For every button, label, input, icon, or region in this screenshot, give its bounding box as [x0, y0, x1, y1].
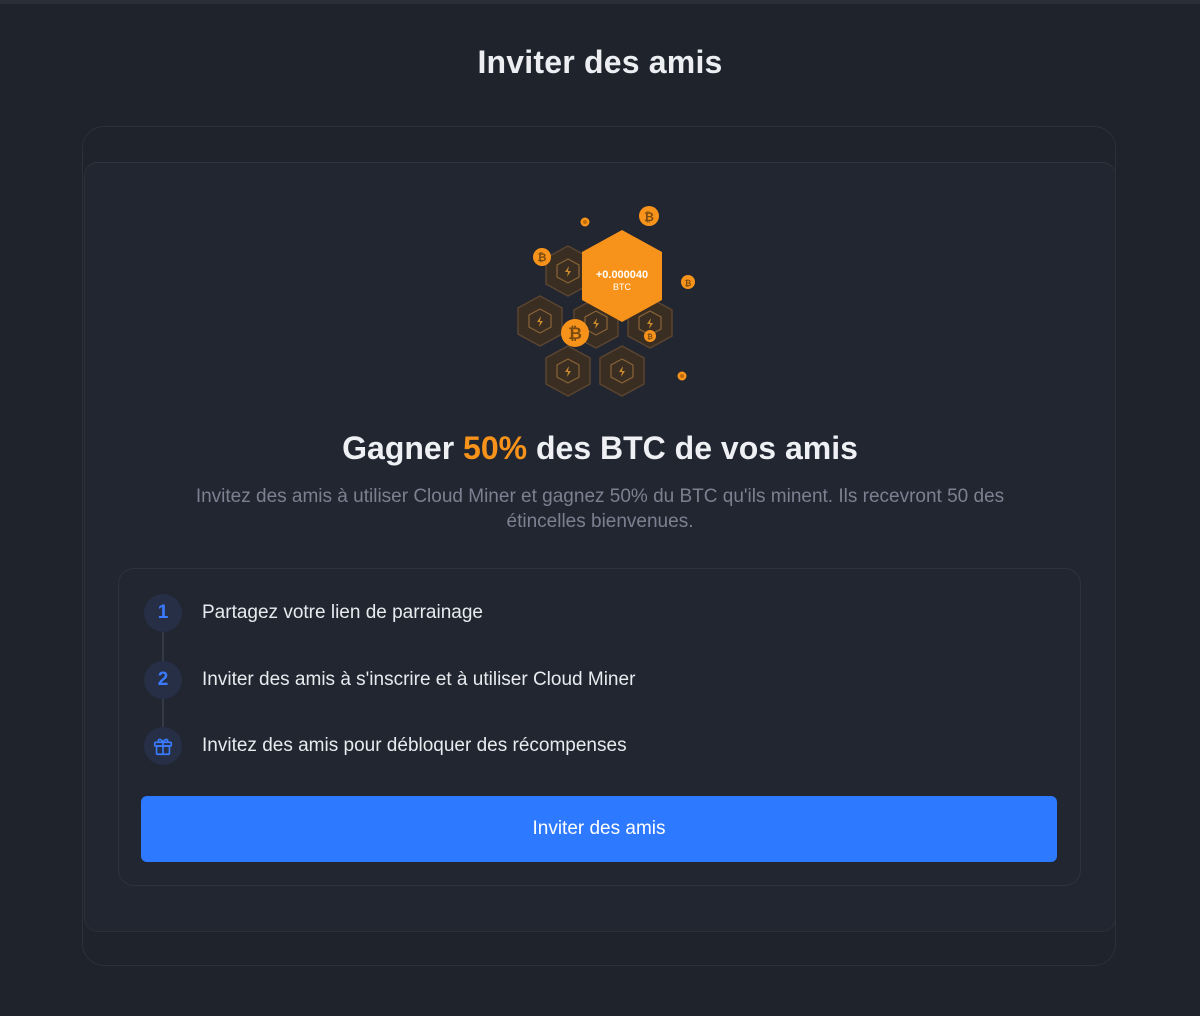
step-label: Inviter des amis à s'inscrire et à utili…	[202, 669, 636, 690]
reward-currency: BTC	[613, 282, 632, 292]
headline-highlight: 50%	[463, 430, 528, 466]
headline-suffix: des BTC de vos amis	[527, 430, 858, 466]
headline: Gagner 50% des BTC de vos amis	[0, 430, 1200, 467]
step-connector	[162, 698, 164, 728]
svg-text:₿: ₿	[647, 333, 653, 341]
mining-hexagons-illustration: +0.000040 BTC ₿ ₿ ₿ ₿ ₿	[517, 206, 695, 397]
step-number-badge: 2	[144, 661, 182, 699]
headline-prefix: Gagner	[342, 430, 464, 466]
reward-amount: +0.000040	[596, 269, 648, 281]
top-divider	[0, 0, 1200, 4]
page-title: Inviter des amis	[477, 44, 723, 80]
invite-friends-page: Inviter des amis +0.000040 BTC ₿ ₿ ₿ ₿ ₿…	[0, 0, 1200, 1016]
invite-friends-button[interactable]: Inviter des amis	[141, 796, 1057, 862]
svg-text:₿: ₿	[685, 279, 692, 288]
step-connector	[162, 632, 164, 662]
svg-text:₿: ₿	[644, 210, 654, 224]
step-label: Partagez votre lien de parrainage	[202, 602, 483, 623]
svg-text:₿: ₿	[538, 251, 547, 264]
step-label: Invitez des amis pour débloquer des réco…	[202, 735, 627, 756]
svg-text:₿: ₿	[568, 324, 582, 344]
bitcoin-coin-icon: ₿	[561, 319, 589, 347]
gift-icon	[144, 727, 182, 765]
step-number-badge: 1	[144, 594, 182, 632]
subtitle: Invitez des amis à utiliser Cloud Miner …	[195, 486, 1005, 532]
